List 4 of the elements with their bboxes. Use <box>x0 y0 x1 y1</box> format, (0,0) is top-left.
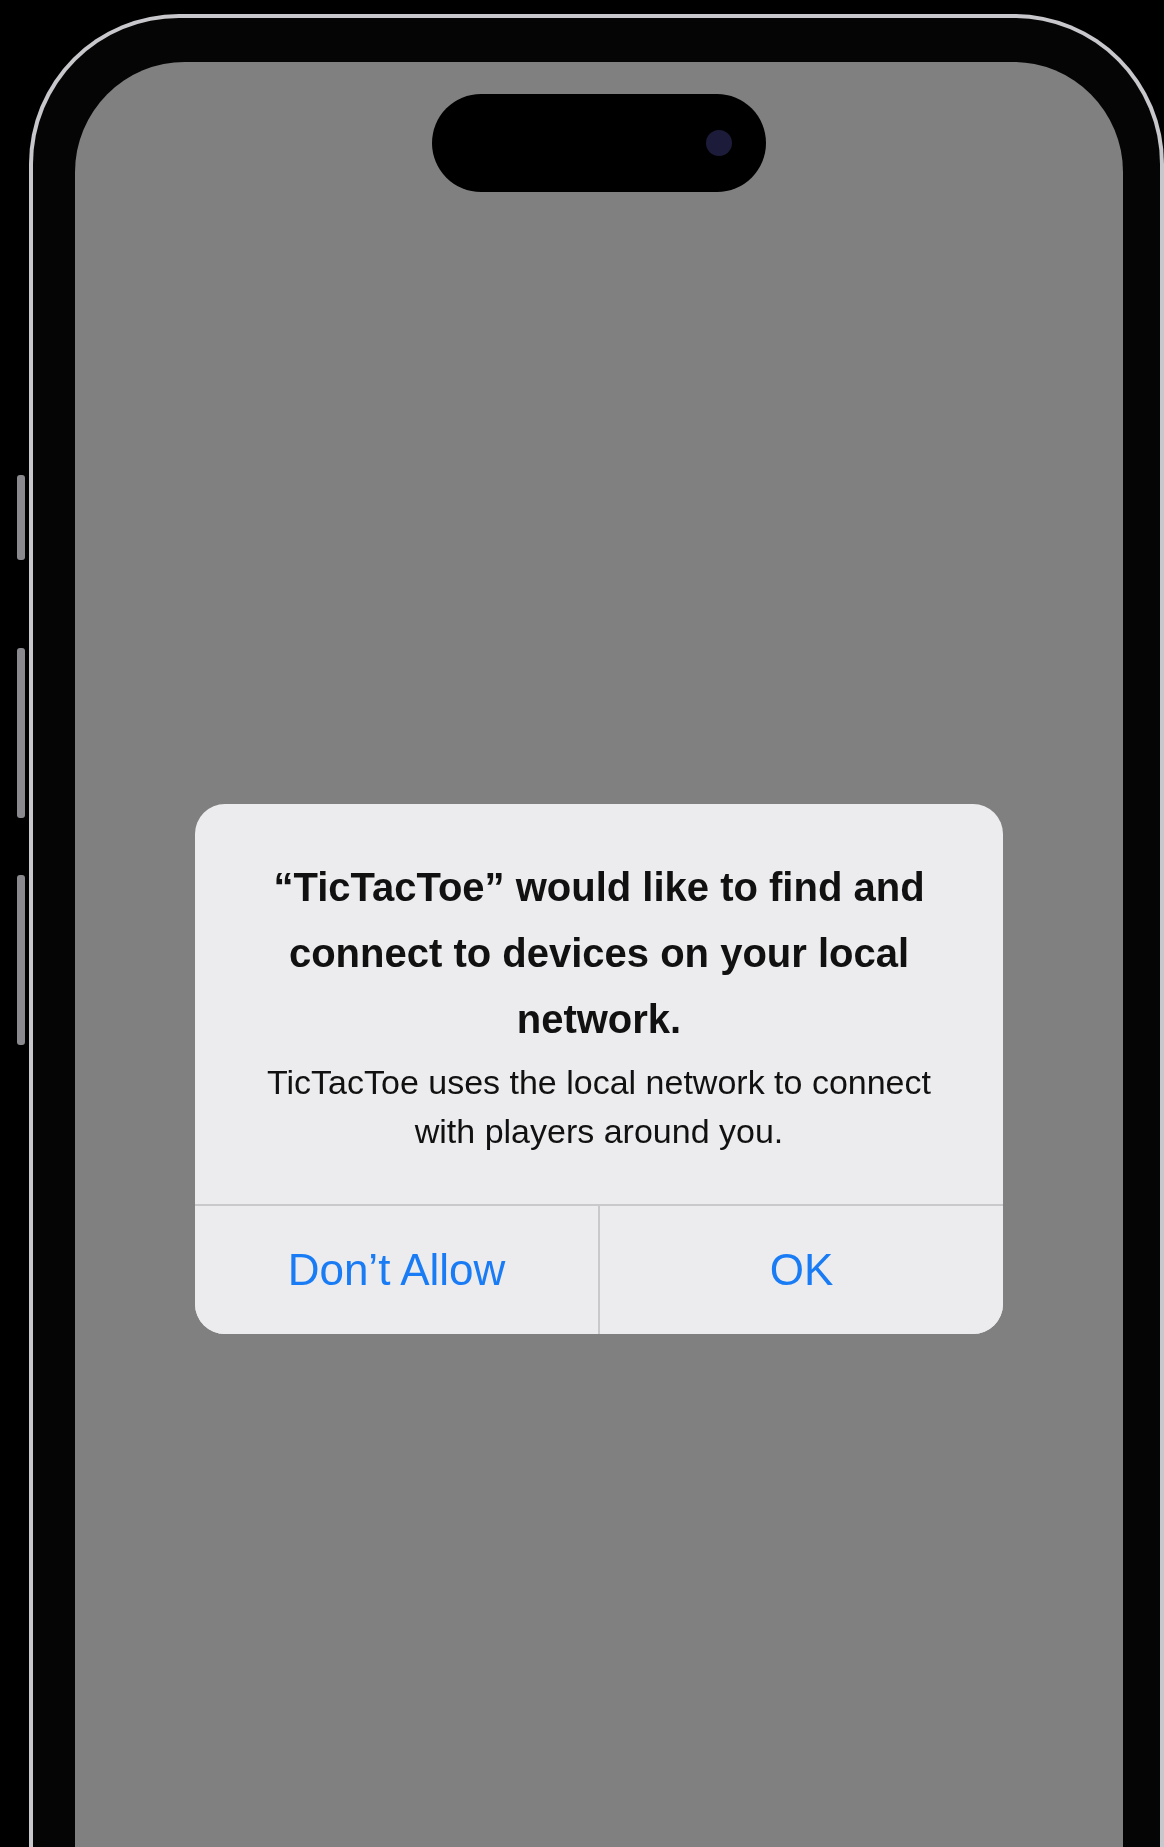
alert-title: “TicTacToe” would like to find and connect to devices on your local network. <box>272 864 926 1043</box>
alert-button[interactable]: OK <box>598 1206 1003 1334</box>
alert-message: TicTacToe uses the local network to connect with players around you. <box>266 1062 932 1152</box>
camera-icon <box>706 130 732 156</box>
